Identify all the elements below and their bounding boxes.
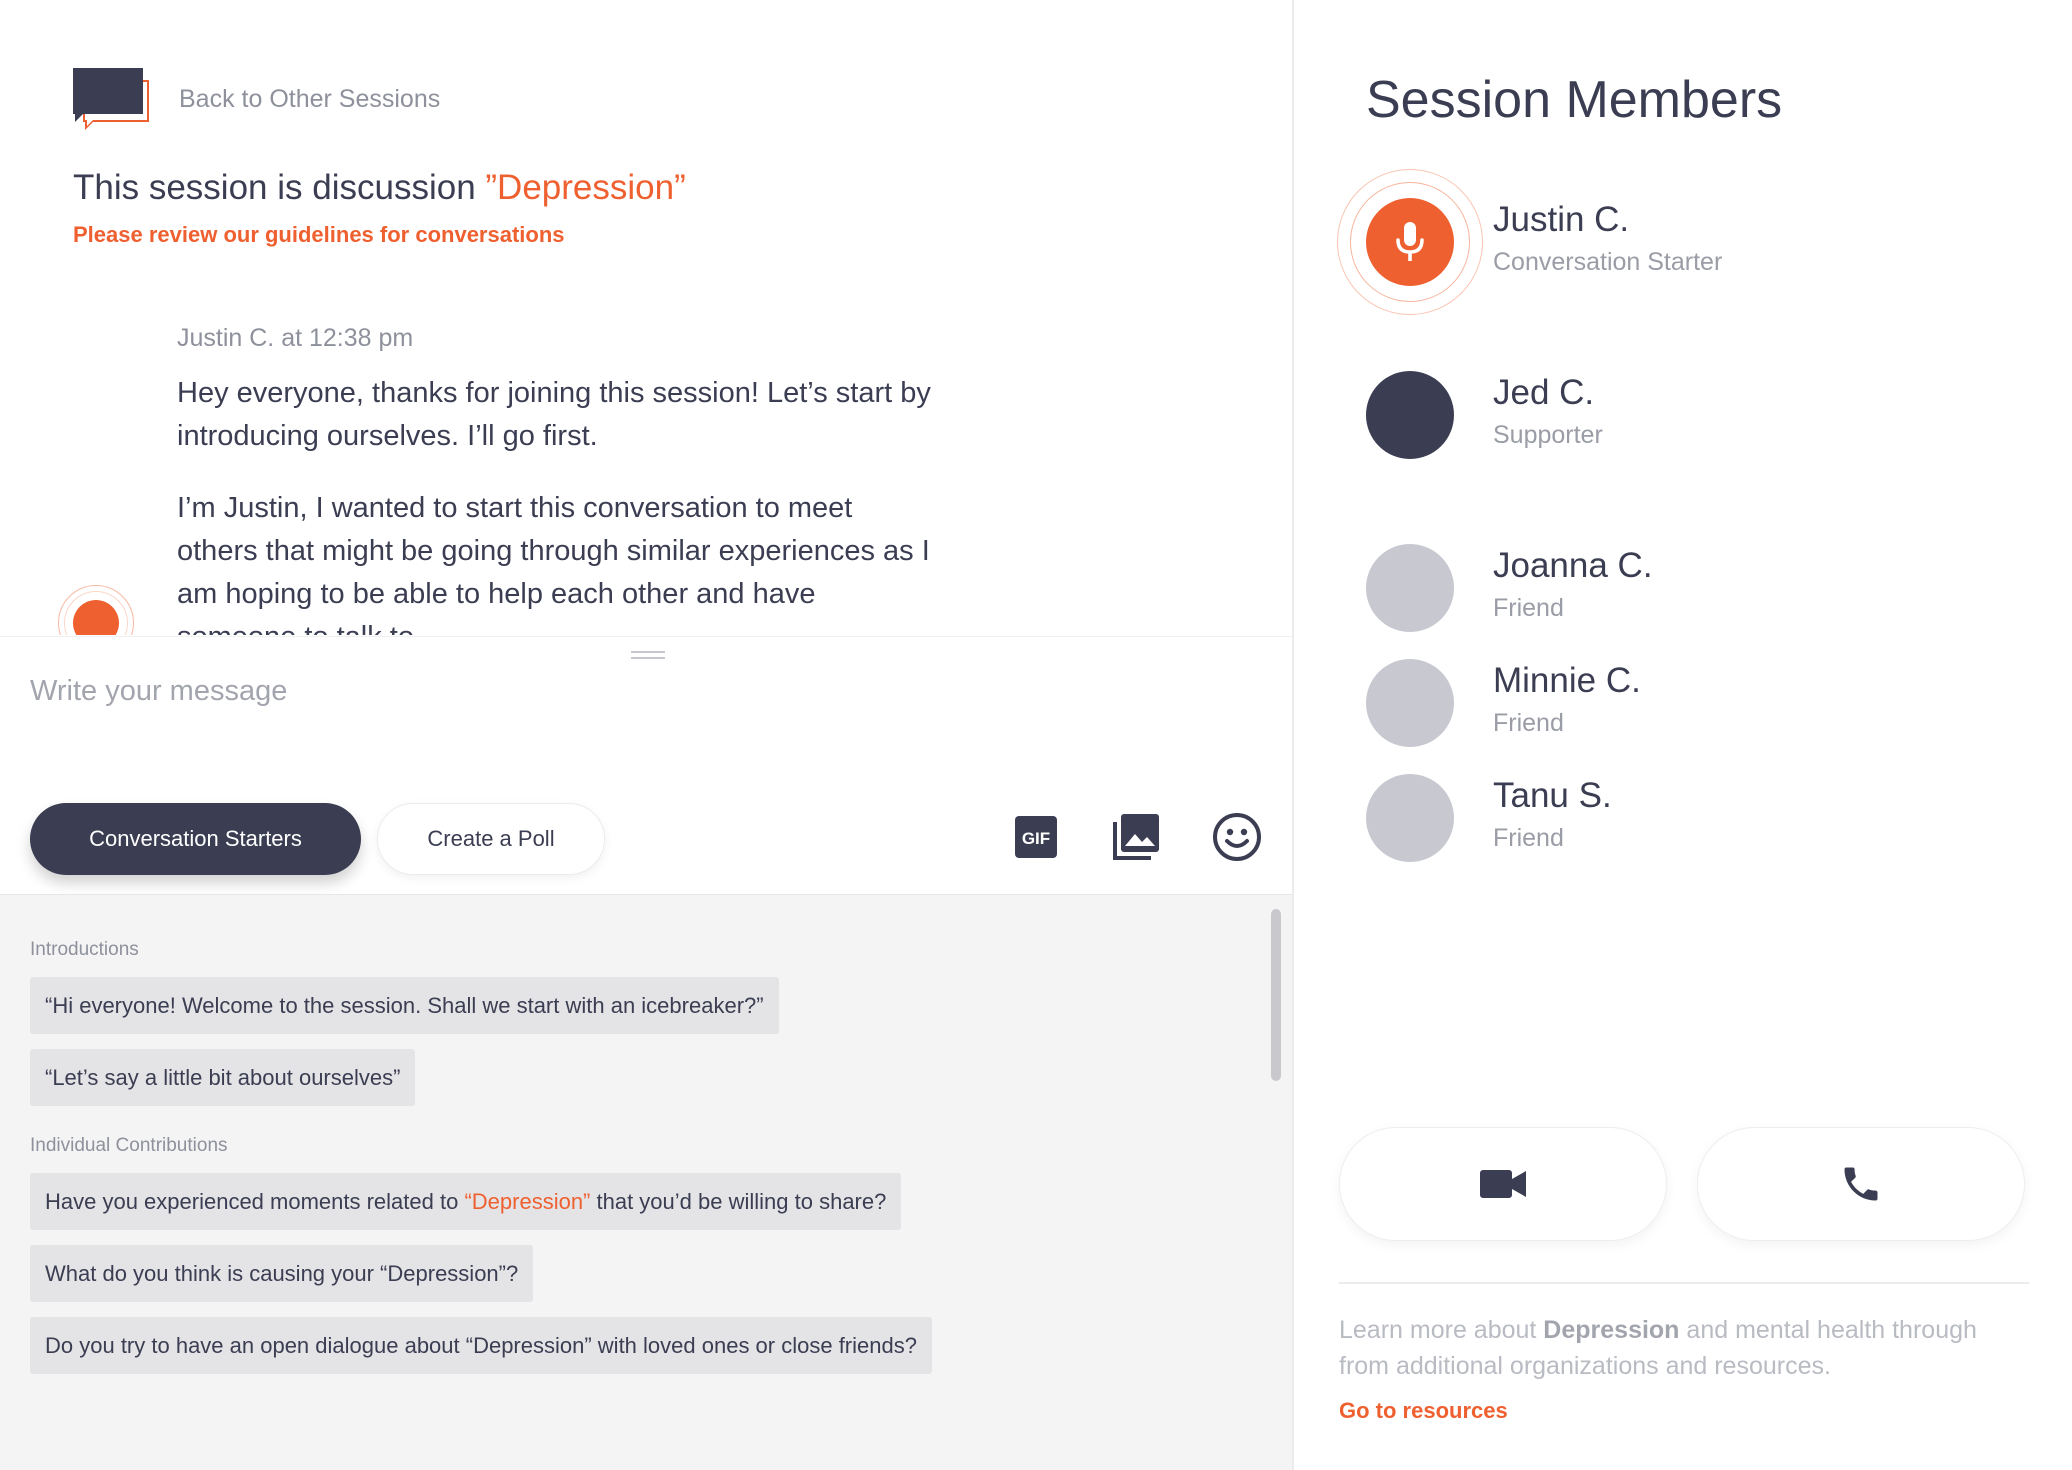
member-name: Justin C.: [1493, 200, 1630, 239]
member-role: Supporter: [1493, 421, 1603, 449]
guidelines-link[interactable]: Please review our guidelines for convers…: [73, 222, 565, 248]
session-members-panel: Session Members Justin C. Conversation S…: [1296, 0, 2072, 1470]
message-paragraph: Hey everyone, thanks for joining this se…: [177, 377, 931, 452]
member-name: Minnie C.: [1493, 661, 1641, 700]
chat-bubbles-icon: [73, 68, 149, 130]
speaking-ring-inner: [1350, 182, 1470, 302]
member-name: Jed C.: [1493, 373, 1595, 412]
video-camera-icon: [1480, 1170, 1526, 1198]
image-gallery-icon: [1113, 814, 1159, 860]
starters-scrollbar[interactable]: [1271, 909, 1281, 1081]
member-name: Tanu S.: [1493, 776, 1612, 815]
member-avatar: [1366, 544, 1454, 632]
message-body: Hey everyone, thanks for joining this se…: [177, 372, 937, 635]
go-to-resources-link[interactable]: Go to resources: [1339, 1398, 1508, 1424]
resize-handle[interactable]: [631, 651, 665, 659]
video-call-button[interactable]: [1339, 1127, 1667, 1241]
phone-icon: [1844, 1167, 1878, 1201]
message-meta: Justin C. at 12:38 pm: [177, 324, 414, 352]
smiley-icon: [1213, 813, 1261, 861]
starter-chip[interactable]: “Hi everyone! Welcome to the session. Sh…: [30, 977, 779, 1034]
member-item[interactable]: Joanna C. Friend: [1366, 544, 2006, 644]
member-role: Friend: [1493, 824, 1564, 852]
message-paragraph: I’m Justin, I wanted to start this conve…: [177, 492, 930, 635]
back-to-sessions-label: Back to Other Sessions: [179, 84, 441, 113]
individual-contributions-heading: Individual Contributions: [30, 1135, 228, 1156]
conversation-starters-button[interactable]: Conversation Starters: [30, 803, 361, 875]
member-avatar: [1366, 371, 1454, 459]
topic-name[interactable]: ”Depression”: [485, 168, 685, 207]
speaking-ring-outer: [1337, 169, 1483, 315]
starter-topic: “Depression”: [464, 1188, 591, 1214]
learn-more-text: Learn more about Depression and mental h…: [1339, 1312, 1999, 1384]
emoji-button[interactable]: [1209, 809, 1265, 865]
gif-icon-label: GIF: [1022, 829, 1050, 848]
member-avatar: [1366, 659, 1454, 747]
speaking-core: [1366, 198, 1454, 286]
session-topic-heading: This session is discussion ”Depression”: [73, 168, 686, 208]
speaking-indicator-dot: [73, 600, 119, 635]
create-poll-button[interactable]: Create a Poll: [377, 803, 605, 875]
gif-icon: GIF: [1015, 816, 1057, 858]
starter-chip[interactable]: Have you experienced moments related to …: [30, 1173, 902, 1230]
session-chat-panel: Back to Other Sessions This session is d…: [0, 0, 1294, 1470]
microphone-icon: [1396, 222, 1424, 261]
sender-avatar[interactable]: [58, 585, 134, 635]
members-title: Session Members: [1366, 71, 1783, 129]
image-upload-button[interactable]: [1108, 809, 1164, 865]
message-composer: Conversation Starters Create a Poll GIF: [0, 636, 1292, 894]
member-role: Friend: [1493, 594, 1564, 622]
member-item[interactable]: Jed C. Supporter: [1366, 371, 2006, 471]
learn-text: Learn more about: [1339, 1316, 1544, 1344]
member-role: Conversation Starter: [1493, 248, 1723, 276]
chat-messages-area[interactable]: Justin C. at 12:38 pm Hey everyone, than…: [0, 310, 1292, 635]
member-role: Friend: [1493, 709, 1564, 737]
starter-chip[interactable]: What do you think is causing your “Depre…: [30, 1245, 534, 1302]
back-to-sessions-link[interactable]: Back to Other Sessions: [73, 68, 440, 130]
starter-chip[interactable]: Do you try to have an open dialogue abou…: [30, 1317, 932, 1374]
divider: [1339, 1282, 2029, 1284]
learn-topic: Depression: [1543, 1316, 1680, 1344]
starter-text: Have you experienced moments related to: [45, 1188, 465, 1214]
introductions-heading: Introductions: [30, 939, 139, 960]
member-item[interactable]: Justin C. Conversation Starter: [1337, 169, 2006, 315]
member-item[interactable]: Minnie C. Friend: [1366, 659, 2006, 759]
starter-text: that you’d be willing to share?: [590, 1188, 887, 1214]
member-avatar: [1366, 774, 1454, 862]
member-name: Joanna C.: [1493, 546, 1653, 585]
member-avatar-speaking: [1337, 169, 1483, 315]
topic-prefix: This session is discussion: [73, 168, 486, 207]
member-item[interactable]: Tanu S. Friend: [1366, 774, 2006, 874]
starter-chip[interactable]: “Let’s say a little bit about ourselves”: [30, 1049, 416, 1106]
gif-button[interactable]: GIF: [1008, 809, 1064, 865]
message-input[interactable]: [30, 675, 1230, 708]
conversation-starters-panel: Introductions “Hi everyone! Welcome to t…: [0, 894, 1292, 1470]
voice-call-button[interactable]: [1697, 1127, 2025, 1241]
